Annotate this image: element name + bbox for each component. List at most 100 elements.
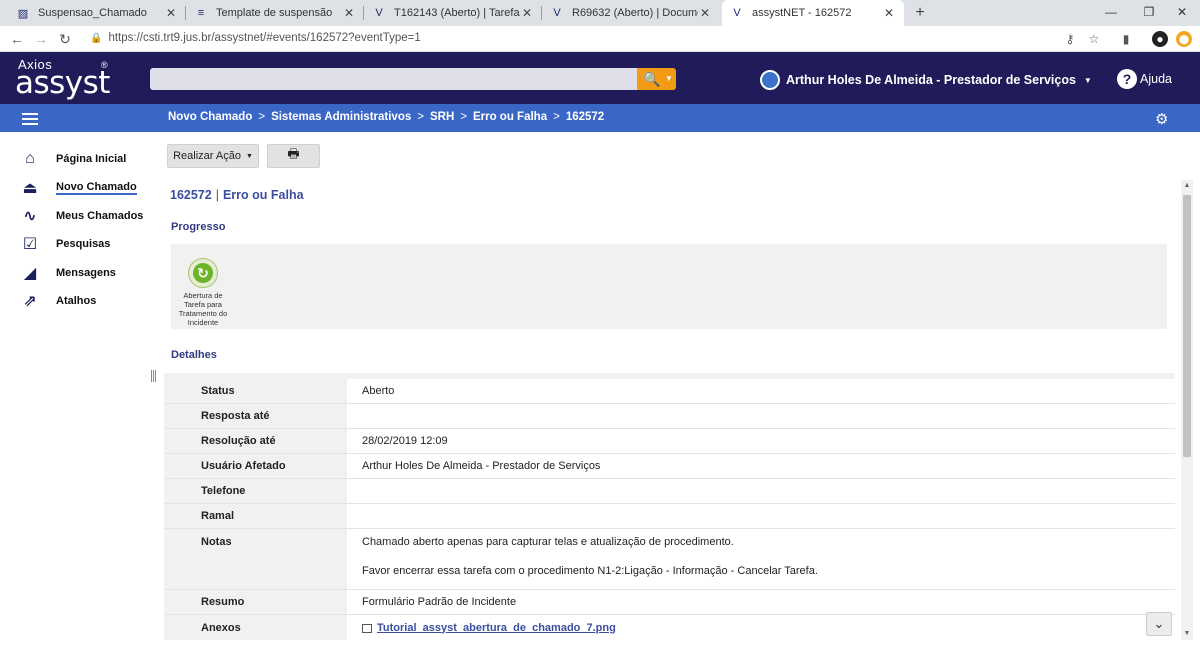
detail-label: Ramal	[164, 504, 347, 528]
megaphone-icon: ◢	[23, 265, 37, 282]
browser-tab[interactable]: V R69632 (Aberto) | Documentaçã ✕	[542, 0, 720, 26]
sidebar-item-label: Meus Chamados	[56, 210, 144, 222]
breadcrumb-item[interactable]: Novo Chamado	[168, 111, 252, 123]
chevron-down-icon: ▼	[245, 152, 253, 160]
service-bell-icon: ⏏	[22, 180, 38, 197]
tab-title: assystNET - 162572	[752, 7, 852, 19]
url-field[interactable]: 🔒 https://csti.trt9.jus.br/assystnet/#eve…	[90, 32, 421, 44]
detail-value	[347, 504, 1175, 528]
user-name: Arthur Holes De Almeida - Prestador de S…	[786, 73, 1076, 87]
assyst-icon: V	[375, 7, 383, 19]
breadcrumb: Novo Chamado > Sistemas Administrativos > …	[168, 111, 604, 123]
detail-row: Anexos Tutorial_assyst_abertura_de_chama…	[164, 615, 1175, 640]
home-icon: ⌂	[25, 150, 35, 167]
sidebar: ⌂ Página Inicial ⏏ Novo Chamado ∿ Meus C…	[0, 132, 150, 645]
update-icon[interactable]: ⬤	[1176, 31, 1192, 47]
action-button[interactable]: Realizar Ação ▼	[167, 144, 259, 168]
help-button[interactable]: ? Ajuda	[1117, 69, 1172, 89]
close-icon[interactable]: ✕	[164, 6, 178, 20]
key-icon[interactable]: ⚷	[1062, 31, 1078, 47]
breadcrumb-separator: >	[258, 111, 266, 123]
logo[interactable]: assyst	[15, 65, 110, 101]
sidebar-item-shortcuts[interactable]: ⇗ Atalhos	[20, 292, 96, 310]
detail-label: Notas	[164, 529, 347, 589]
sidebar-item-label: Atalhos	[56, 295, 97, 307]
logo-registered-mark: ®	[101, 60, 108, 70]
back-icon[interactable]: ←	[8, 30, 26, 48]
close-icon[interactable]: ✕	[520, 6, 534, 20]
sidebar-item-surveys[interactable]: ☑ Pesquisas	[20, 235, 111, 253]
main-content: Realizar Ação ▼ 🖶 162572 | Erro ou Falha P…	[160, 132, 1190, 645]
sidebar-item-new-ticket[interactable]: ⏏ Novo Chamado	[20, 179, 137, 197]
scroll-to-bottom-button[interactable]: ⌄	[1146, 612, 1172, 636]
sidebar-item-my-tickets[interactable]: ∿ Meus Chamados	[20, 207, 143, 225]
refresh-icon: ↻	[193, 263, 213, 283]
star-icon[interactable]: ☆	[1086, 31, 1102, 47]
address-bar: ← → ↻ 🔒 https://csti.trt9.jus.br/assystne…	[0, 26, 1200, 52]
tab-title: R69632 (Aberto) | Documentaçã	[572, 7, 698, 19]
scroll-down-arrow-icon[interactable]: ▼	[1181, 628, 1193, 640]
attachment-link[interactable]: Tutorial_assyst_abertura_de_chamado_7.pn…	[377, 622, 616, 634]
breadcrumb-item[interactable]: SRH	[430, 111, 454, 123]
search-button[interactable]: 🔍 ▼	[637, 68, 676, 90]
user-menu[interactable]: Arthur Holes De Almeida - Prestador de S…	[760, 70, 1092, 90]
browser-tab-active[interactable]: V assystNET - 162572 ✕	[722, 0, 904, 26]
user-avatar-icon	[760, 70, 780, 90]
progress-step[interactable]: ↻	[188, 258, 218, 288]
browser-tab-strip: ▨ Suspensao_Chamado ✕ ≡ Template de susp…	[0, 0, 1200, 26]
search-input[interactable]	[150, 68, 638, 90]
progress-step-label: Abertura de Tarefa para Tratamento do In…	[178, 291, 228, 327]
scroll-up-arrow-icon[interactable]: ▲	[1181, 180, 1193, 192]
help-icon: ?	[1117, 69, 1137, 89]
print-button[interactable]: 🖶	[267, 144, 320, 168]
gear-icon[interactable]: ⚙	[1155, 110, 1168, 128]
breadcrumb-item-current: 162572	[565, 111, 605, 123]
sidebar-item-home[interactable]: ⌂ Página Inicial	[20, 150, 126, 168]
image-file-icon: ▨	[17, 7, 29, 20]
menu-icon[interactable]	[22, 113, 38, 125]
assyst-icon: V	[553, 7, 561, 19]
window-close-icon[interactable]: ✕	[1164, 0, 1200, 26]
close-icon[interactable]: ✕	[342, 6, 356, 20]
chevron-down-icon: ▼	[1083, 75, 1092, 85]
detail-value: Formulário Padrão de Incidente	[362, 596, 517, 608]
ticket-title: Erro ou Falha	[222, 188, 304, 202]
detail-row: Usuário Afetado Arthur Holes De Almeida …	[164, 454, 1175, 479]
scrollbar-thumb[interactable]	[1183, 195, 1191, 457]
ticket-number: 162572	[170, 188, 212, 202]
vertical-scrollbar[interactable]: ▲ ▼	[1181, 180, 1193, 640]
sidebar-item-messages[interactable]: ◢ Mensagens	[20, 264, 116, 282]
detail-value: Aberto	[362, 385, 395, 397]
forward-icon[interactable]: →	[32, 30, 50, 48]
new-tab-icon[interactable]: +	[910, 3, 930, 23]
action-button-label: Realizar Ação	[173, 150, 241, 162]
breadcrumb-item[interactable]: Erro ou Falha	[473, 111, 547, 123]
detail-row: Telefone	[164, 479, 1175, 504]
url-text: https://csti.trt9.jus.br/assystnet/#even…	[108, 32, 421, 44]
printer-icon: 🖶	[287, 146, 300, 161]
close-icon[interactable]: ✕	[698, 6, 712, 20]
breadcrumb-item[interactable]: Sistemas Administrativos	[271, 111, 411, 123]
browser-tab[interactable]: V T162143 (Aberto) | Tarefa detalhe ✕	[364, 0, 542, 26]
details-table: Status Aberto Resposta até Resolução até…	[164, 373, 1175, 640]
close-icon[interactable]: ✕	[882, 6, 896, 20]
breadcrumb-separator: >	[417, 111, 424, 123]
detail-label: Resposta até	[164, 404, 347, 428]
browser-tab[interactable]: ▨ Suspensao_Chamado ✕	[8, 0, 186, 26]
browser-tab[interactable]: ≡ Template de suspensão ✕	[186, 0, 364, 26]
reload-icon[interactable]: ↻	[56, 30, 74, 48]
workflow-icon: ∿	[23, 208, 37, 225]
detail-label: Telefone	[164, 479, 347, 503]
detail-label: Status	[164, 379, 347, 403]
detail-row: Status Aberto	[164, 379, 1175, 404]
detail-value	[347, 479, 1175, 503]
detail-row: Resolução até 28/02/2019 12:09	[164, 429, 1175, 454]
profile-icon[interactable]: ●	[1152, 31, 1168, 47]
breadcrumb-separator: >	[553, 111, 560, 123]
tab-title: Template de suspensão	[216, 7, 333, 19]
extension-icon[interactable]: ▮	[1118, 31, 1134, 47]
panel-splitter[interactable]	[151, 370, 156, 382]
detail-value: Chamado aberto apenas para capturar tela…	[347, 529, 1175, 589]
sidebar-item-label: Mensagens	[56, 267, 116, 279]
detail-row-notes: Notas Chamado aberto apenas para captura…	[164, 529, 1175, 590]
